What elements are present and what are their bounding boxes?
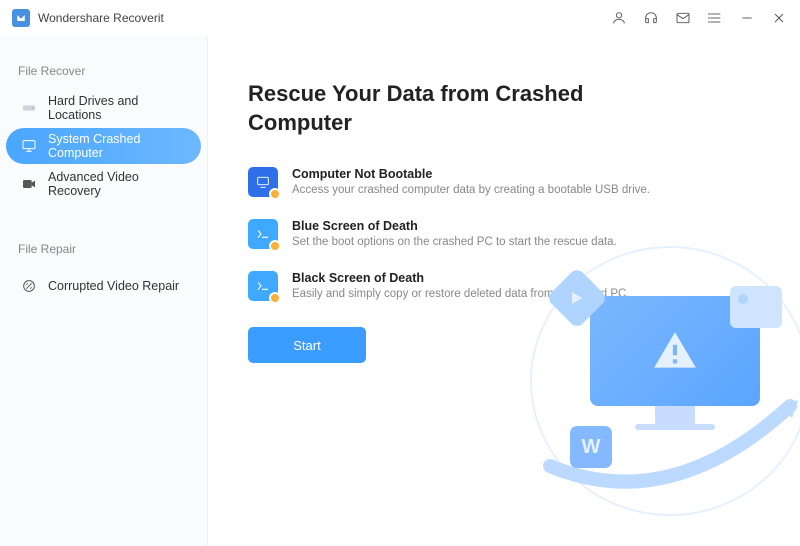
w-tile-icon: W: [570, 426, 612, 468]
feature-not-bootable: Computer Not Bootable Access your crashe…: [248, 167, 760, 197]
blue-screen-icon: [248, 219, 278, 249]
sidebar-item-label: Advanced Video Recovery: [48, 170, 187, 198]
mail-icon[interactable]: [674, 9, 692, 27]
feature-list: Computer Not Bootable Access your crashe…: [248, 167, 760, 301]
sidebar-item-label: Corrupted Video Repair: [48, 279, 179, 293]
sidebar-item-system-crashed[interactable]: System Crashed Computer: [6, 128, 201, 164]
crashed-computer-icon: [20, 137, 38, 155]
menu-icon[interactable]: [706, 9, 724, 27]
titlebar: Wondershare Recoverit: [0, 0, 800, 36]
video-recovery-icon: [20, 175, 38, 193]
feature-title: Blue Screen of Death: [292, 219, 617, 233]
drive-icon: [20, 99, 38, 117]
titlebar-left: Wondershare Recoverit: [12, 9, 164, 27]
sidebar-item-hard-drives[interactable]: Hard Drives and Locations: [6, 90, 201, 126]
feature-desc: Easily and simply copy or restore delete…: [292, 288, 630, 300]
feature-black-screen: Black Screen of Death Easily and simply …: [248, 271, 760, 301]
feature-title: Black Screen of Death: [292, 271, 630, 285]
close-icon[interactable]: [770, 9, 788, 27]
layout: File Recover Hard Drives and Locations S…: [0, 36, 800, 546]
feature-title: Computer Not Bootable: [292, 167, 650, 181]
app-logo-icon: [12, 9, 30, 27]
video-repair-icon: [20, 277, 38, 295]
titlebar-right: [610, 9, 788, 27]
sidebar-item-label: System Crashed Computer: [48, 132, 187, 160]
minimize-icon[interactable]: [738, 9, 756, 27]
black-screen-icon: [248, 271, 278, 301]
sidebar: File Recover Hard Drives and Locations S…: [0, 36, 208, 546]
feature-desc: Set the boot options on the crashed PC t…: [292, 236, 617, 248]
sidebar-item-advanced-video[interactable]: Advanced Video Recovery: [6, 166, 201, 202]
app-title: Wondershare Recoverit: [38, 11, 164, 25]
user-icon[interactable]: [610, 9, 628, 27]
sidebar-item-corrupted-video[interactable]: Corrupted Video Repair: [6, 268, 201, 304]
section-file-repair: File Repair: [0, 234, 207, 266]
feature-desc: Access your crashed computer data by cre…: [292, 184, 650, 196]
not-bootable-icon: [248, 167, 278, 197]
page-title: Rescue Your Data from Crashed Computer: [248, 80, 608, 137]
headset-icon[interactable]: [642, 9, 660, 27]
sidebar-item-label: Hard Drives and Locations: [48, 94, 187, 122]
section-file-recover: File Recover: [0, 56, 207, 88]
main-panel: Rescue Your Data from Crashed Computer C…: [208, 36, 800, 546]
feature-blue-screen: Blue Screen of Death Set the boot option…: [248, 219, 760, 249]
start-button[interactable]: Start: [248, 327, 366, 363]
